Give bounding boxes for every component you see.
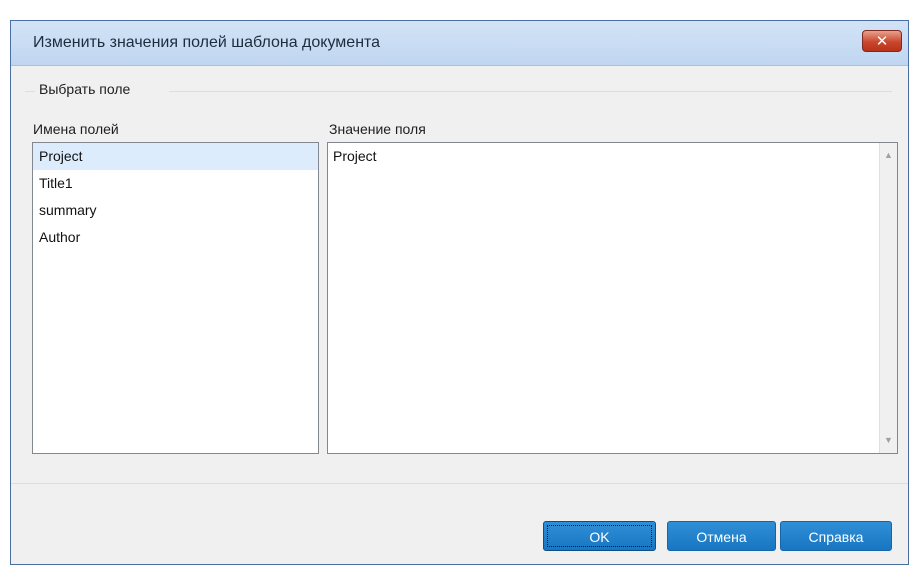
close-icon: ✕ — [875, 33, 889, 50]
list-item[interactable]: Title1 — [33, 170, 318, 197]
ok-label: OK — [589, 529, 610, 545]
cancel-button[interactable]: Отмена — [667, 521, 776, 551]
field-value-textarea[interactable]: Project ▲ ▼ — [327, 142, 898, 454]
scroll-up-icon[interactable]: ▲ — [880, 147, 897, 164]
cancel-label: Отмена — [696, 529, 747, 545]
list-item[interactable]: Author — [33, 224, 318, 251]
dialog-title: Изменить значения полей шаблона документ… — [33, 34, 381, 51]
dialog-window: Изменить значения полей шаблона документ… — [10, 20, 909, 565]
field-names-list[interactable]: Project Title1 summary Author — [32, 142, 319, 454]
field-names-header: Имена полей — [33, 121, 119, 137]
close-button[interactable]: ✕ — [862, 30, 902, 52]
help-button[interactable]: Справка — [780, 521, 892, 551]
help-label: Справка — [808, 529, 864, 545]
group-line-left — [25, 91, 35, 92]
field-value-header: Значение поля — [329, 121, 426, 137]
field-value-text: Project — [333, 148, 377, 164]
vertical-scrollbar[interactable]: ▲ ▼ — [879, 143, 897, 453]
group-label: Выбрать поле — [39, 81, 137, 97]
group-line — [169, 91, 892, 92]
list-item[interactable]: Project — [33, 143, 318, 170]
title-bar: Изменить значения полей шаблона документ… — [11, 21, 908, 66]
list-item[interactable]: summary — [33, 197, 318, 224]
ok-button[interactable]: OK — [543, 521, 656, 551]
footer-separator — [11, 483, 908, 484]
scroll-down-icon[interactable]: ▼ — [880, 432, 897, 449]
